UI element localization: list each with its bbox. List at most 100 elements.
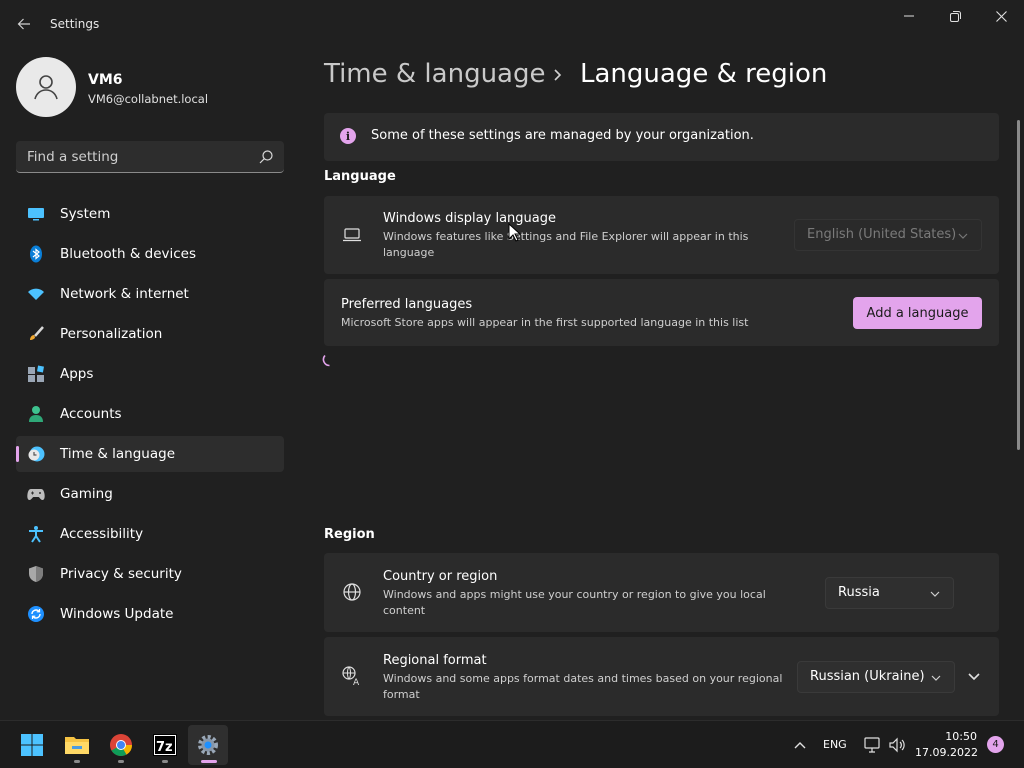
nav-item-bluetooth[interactable]: Bluetooth & devices <box>16 236 284 272</box>
shield-icon <box>26 564 46 584</box>
taskbar-7zip[interactable]: 7z <box>145 725 185 765</box>
brush-icon <box>26 324 46 344</box>
clock-globe-icon <box>26 444 46 464</box>
running-indicator <box>74 760 80 763</box>
accessibility-icon <box>26 524 46 544</box>
clock-date[interactable]: 17.09.2022 <box>915 746 978 759</box>
taskbar-start-button[interactable] <box>12 725 52 765</box>
page-title: Language & region <box>580 59 828 89</box>
nav-item-time-language[interactable]: Time & language <box>16 436 284 472</box>
nav-item-label: System <box>60 206 111 222</box>
minimize-icon <box>904 15 914 17</box>
taskbar-settings[interactable] <box>188 725 228 765</box>
clock-time[interactable]: 10:50 <box>915 730 977 743</box>
person-icon <box>34 75 58 100</box>
windows-start-icon <box>21 734 43 756</box>
search-icon[interactable] <box>258 149 274 165</box>
nav-item-windows-update[interactable]: Windows Update <box>16 596 284 632</box>
close-icon <box>995 10 1007 22</box>
preferred-languages-title: Preferred languages <box>341 297 473 312</box>
country-dropdown[interactable]: Russia <box>825 577 954 609</box>
back-button[interactable] <box>10 10 38 38</box>
running-indicator <box>118 760 124 763</box>
selected-indicator <box>16 446 19 462</box>
display-language-description: Windows features like Settings and File … <box>383 230 749 259</box>
nav-item-label: Gaming <box>60 486 113 502</box>
search-box <box>16 141 284 173</box>
regional-format-title: Regional format <box>383 653 487 668</box>
monitor-icon <box>26 204 46 224</box>
country-region-card: Country or region Windows and apps might… <box>324 553 999 632</box>
bluetooth-icon <box>26 244 46 264</box>
search-input[interactable] <box>16 141 252 172</box>
svg-text:7z: 7z <box>156 740 173 755</box>
nav-item-apps[interactable]: Apps <box>16 356 284 392</box>
preferred-languages-description: Microsoft Store apps will appear in the … <box>341 316 749 329</box>
nav-item-personalization[interactable]: Personalization <box>16 316 284 352</box>
notification-badge[interactable]: 4 <box>987 736 1004 753</box>
breadcrumb-parent[interactable]: Time & language <box>324 59 545 89</box>
expand-chevron-icon[interactable] <box>967 671 981 683</box>
nav-item-privacy-security[interactable]: Privacy & security <box>16 556 284 592</box>
title-bar <box>0 0 1024 48</box>
display-language-dropdown[interactable]: English (United States) <box>794 219 982 251</box>
user-email: VM6@collabnet.local <box>88 92 209 106</box>
regional-format-dropdown[interactable]: Russian (Ukraine) <box>797 661 955 693</box>
nav-item-label: Network & internet <box>60 286 189 302</box>
chevron-down-icon <box>931 675 941 681</box>
minimize-button[interactable] <box>886 0 932 32</box>
regional-format-icon: A <box>341 665 363 687</box>
chevron-right-icon <box>554 69 562 81</box>
settings-gear-icon <box>198 735 218 755</box>
nav-item-label: Accounts <box>60 406 122 422</box>
7zip-icon: 7z <box>153 734 177 756</box>
nav-item-gaming[interactable]: Gaming <box>16 476 284 512</box>
globe-icon <box>341 581 363 603</box>
chevron-down-icon <box>958 233 968 239</box>
display-language-title: Windows display language <box>383 211 556 226</box>
running-indicator <box>162 760 168 763</box>
nav-item-accounts[interactable]: Accounts <box>16 396 284 432</box>
loading-spinner-icon <box>322 354 330 367</box>
laptop-icon <box>341 224 363 246</box>
display-language-card: Windows display language Windows feature… <box>324 196 999 274</box>
nav-item-label: Accessibility <box>60 526 144 542</box>
nav-item-system[interactable]: System <box>16 196 284 232</box>
nav-item-accessibility[interactable]: Accessibility <box>16 516 284 552</box>
chevron-down-icon <box>930 591 940 597</box>
gamepad-icon <box>26 484 46 504</box>
nav-item-label: Apps <box>60 366 94 382</box>
network-icon[interactable] <box>862 735 882 755</box>
nav-item-label: Windows Update <box>60 606 174 622</box>
regional-format-card[interactable]: A Regional format Windows and some apps … <box>324 637 999 716</box>
section-header-region: Region <box>324 527 375 542</box>
nav-item-label: Personalization <box>60 326 163 342</box>
preferred-languages-card: Preferred languages Microsoft Store apps… <box>324 279 999 346</box>
close-button[interactable] <box>978 0 1024 32</box>
avatar[interactable] <box>16 57 76 117</box>
volume-icon[interactable] <box>887 735 907 755</box>
app-title: Settings <box>50 17 100 31</box>
chrome-icon <box>110 734 132 756</box>
display-language-value: English (United States) <box>807 227 957 242</box>
nav-item-label: Privacy & security <box>60 566 182 582</box>
nav-item-network[interactable]: Network & internet <box>16 276 284 312</box>
org-notice-text: Some of these settings are managed by yo… <box>371 128 754 143</box>
country-description: Windows and apps might use your country … <box>383 588 766 617</box>
apps-icon <box>26 364 46 384</box>
chevron-up-icon[interactable] <box>790 735 810 755</box>
taskbar-chrome[interactable] <box>101 725 141 765</box>
nav-item-label: Bluetooth & devices <box>60 246 197 262</box>
country-title: Country or region <box>383 569 498 584</box>
user-name: VM6 <box>88 72 123 88</box>
input-language-indicator[interactable]: ENG <box>823 738 847 751</box>
nav-item-label: Time & language <box>60 446 176 462</box>
scrollbar[interactable] <box>1017 120 1020 450</box>
info-icon: i <box>340 128 356 144</box>
add-language-button[interactable]: Add a language <box>853 297 982 329</box>
taskbar-file-explorer[interactable] <box>57 725 97 765</box>
folder-icon <box>65 737 89 754</box>
taskbar: 7z ENG 10:50 17.09.2022 4 <box>0 720 1024 768</box>
restore-button[interactable] <box>932 0 978 32</box>
update-icon <box>26 604 46 624</box>
